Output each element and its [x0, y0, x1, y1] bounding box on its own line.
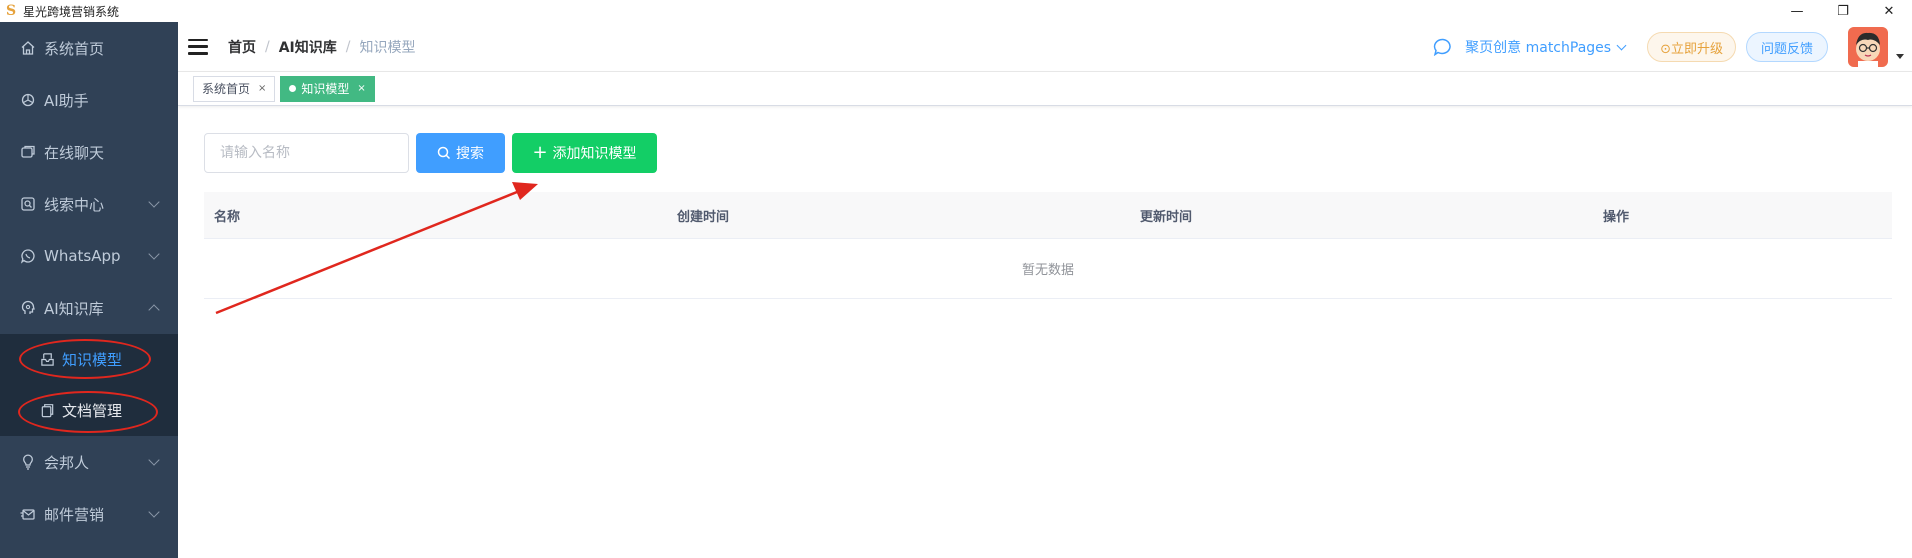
tag-label: 系统首页 — [202, 82, 251, 96]
sidebar-item-leads[interactable]: 线索中心 — [0, 178, 178, 230]
feedback-button[interactable]: 问题反馈 — [1745, 32, 1828, 62]
breadcrumb-ai-knowledge[interactable]: AI知识库 — [279, 37, 337, 57]
sidebar-item-whatsapp[interactable]: WhatsApp — [0, 230, 178, 282]
sidebar-item-email-marketing[interactable]: 邮件营销 — [0, 488, 178, 540]
chevron-down-icon — [148, 506, 160, 518]
lightbulb-icon — [19, 453, 37, 471]
breadcrumb-separator: / — [345, 38, 351, 55]
column-header-updated: 更新时间 — [1140, 209, 1193, 225]
brain-icon — [19, 299, 37, 317]
search-icon — [437, 146, 451, 160]
chevron-down-icon — [148, 248, 160, 260]
inbox-icon — [39, 351, 56, 368]
table-header: 名称 创建时间 更新时间 操作 — [204, 192, 1892, 239]
home-icon — [19, 39, 37, 57]
chevron-down-icon — [148, 454, 160, 466]
main-content: 搜索 + 添加知识模型 名称 创建时间 更新时间 操作 暂无数据 — [178, 107, 1912, 558]
window-controls: — ❐ ✕ — [1774, 0, 1912, 22]
upgrade-button[interactable]: ⊙立即升级 — [1647, 32, 1736, 62]
top-navbar: 首页 / AI知识库 / 知识模型 聚页创意 matchPages ⊙立即升级 … — [178, 22, 1912, 72]
name-search-input[interactable] — [204, 133, 409, 173]
filter-toolbar: 搜索 + 添加知识模型 — [204, 133, 1892, 173]
window-titlebar: S 星光跨境营销系统 — ❐ ✕ — [0, 0, 1912, 22]
tag-knowledge-model[interactable]: 知识模型 × — [280, 75, 375, 102]
avatar-dropdown-caret-icon[interactable] — [1896, 53, 1904, 59]
close-icon[interactable]: × — [258, 83, 266, 94]
sidebar-subitem-knowledge-model[interactable]: 知识模型 — [0, 334, 178, 385]
tag-home[interactable]: 系统首页 × — [193, 75, 276, 102]
sidebar-item-ai-assistant[interactable]: AI助手 — [0, 74, 178, 126]
sidebar-item-label: WhatsApp — [44, 247, 121, 265]
tags-view: 系统首页 × 知识模型 × — [178, 72, 1912, 106]
breadcrumb: 首页 / AI知识库 / 知识模型 — [228, 37, 415, 57]
search-button[interactable]: 搜索 — [416, 133, 505, 173]
column-header-actions: 操作 — [1603, 209, 1630, 225]
minimize-button[interactable]: — — [1774, 0, 1820, 22]
sidebar-subitem-document-management[interactable]: 文档管理 — [0, 385, 178, 436]
close-window-button[interactable]: ✕ — [1866, 0, 1912, 22]
window-title: 星光跨境营销系统 — [23, 4, 120, 19]
hamburger-menu-icon[interactable] — [188, 38, 208, 55]
app-logo-icon: S — [5, 3, 17, 19]
restore-button[interactable]: ❐ — [1820, 0, 1866, 22]
sidebar-subitem-label: 文档管理 — [62, 402, 123, 420]
sidebar-subitem-label: 知识模型 — [62, 351, 123, 369]
tag-label: 知识模型 — [301, 82, 350, 96]
chat-bubble-icon — [1433, 38, 1451, 56]
sidebar-item-label: 线索中心 — [44, 195, 105, 214]
sidebar-item-huibangren[interactable]: 会邦人 — [0, 436, 178, 488]
document-icon — [39, 402, 56, 419]
chevron-down-icon — [1616, 40, 1627, 50]
workspace-label: 聚页创意 matchPages — [1465, 40, 1612, 56]
sidebar-item-online-chat[interactable]: 在线聊天 — [0, 126, 178, 178]
sidebar: 系统首页 AI助手 在线聊天 线索中心 WhatsApp AI知识库 知识模型 … — [0, 22, 178, 558]
sidebar-item-label: 系统首页 — [44, 39, 105, 58]
header-actions: 聚页创意 matchPages ⊙立即升级 问题反馈 — [1433, 22, 1912, 72]
sidebar-item-label: 在线聊天 — [44, 143, 105, 162]
breadcrumb-separator: / — [265, 38, 270, 55]
column-header-name: 名称 — [214, 209, 241, 225]
leads-icon — [19, 195, 37, 213]
sidebar-item-label: AI助手 — [44, 91, 89, 110]
breadcrumb-home[interactable]: 首页 — [228, 37, 256, 57]
column-header-created: 创建时间 — [677, 209, 730, 225]
chat-icon — [19, 143, 37, 161]
close-icon[interactable]: × — [357, 83, 365, 94]
search-button-label: 搜索 — [456, 146, 484, 162]
sidebar-item-label: AI知识库 — [44, 299, 104, 318]
sidebar-item-label: 会邦人 — [44, 453, 90, 472]
table-empty-row: 暂无数据 — [204, 239, 1892, 299]
chevron-down-icon — [148, 196, 160, 208]
workspace-switcher[interactable]: 聚页创意 matchPages — [1433, 37, 1627, 57]
knowledge-model-table: 名称 创建时间 更新时间 操作 暂无数据 — [204, 192, 1892, 299]
whatsapp-icon — [19, 247, 37, 265]
sidebar-item-label: 邮件营销 — [44, 505, 105, 524]
openai-icon — [19, 91, 37, 109]
active-dot-icon — [289, 85, 297, 92]
plus-icon: + — [532, 142, 548, 163]
ai-knowledge-submenu: 知识模型 文档管理 — [0, 334, 178, 436]
empty-text: 暂无数据 — [1021, 263, 1074, 278]
mail-send-icon — [19, 505, 37, 523]
sidebar-item-home[interactable]: 系统首页 — [0, 22, 178, 74]
chevron-up-icon — [148, 304, 160, 316]
add-button-label: 添加知识模型 — [552, 146, 637, 162]
breadcrumb-current: 知识模型 — [359, 39, 416, 56]
avatar[interactable] — [1848, 27, 1888, 67]
add-knowledge-model-button[interactable]: + 添加知识模型 — [512, 133, 657, 173]
sidebar-item-ai-knowledge[interactable]: AI知识库 — [0, 282, 178, 334]
avatar-cartoon-icon — [1848, 27, 1888, 67]
